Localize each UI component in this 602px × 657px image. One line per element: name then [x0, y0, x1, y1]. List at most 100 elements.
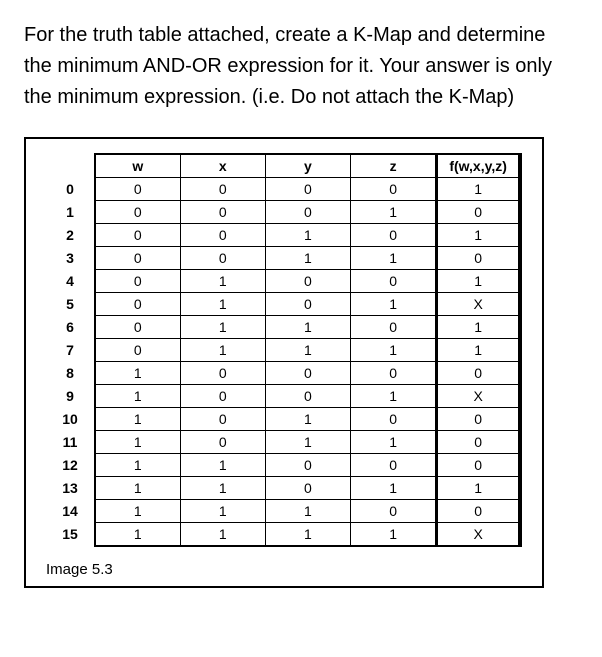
table-row: 300110	[46, 247, 521, 270]
cell-w: 0	[95, 293, 180, 316]
cell-z: 0	[351, 178, 436, 201]
cell-z: 1	[351, 201, 436, 224]
header-y: y	[265, 154, 350, 178]
cell-f: 1	[436, 339, 521, 362]
cell-f: X	[436, 523, 521, 547]
table-row: 810000	[46, 362, 521, 385]
table-row: 401001	[46, 270, 521, 293]
cell-z: 1	[351, 293, 436, 316]
cell-y: 1	[265, 339, 350, 362]
row-index: 3	[46, 247, 95, 270]
cell-w: 0	[95, 270, 180, 293]
cell-f: 0	[436, 247, 521, 270]
table-row: 701111	[46, 339, 521, 362]
cell-y: 1	[265, 224, 350, 247]
header-w: w	[95, 154, 180, 178]
cell-z: 1	[351, 339, 436, 362]
header-f: f(w,x,y,z)	[436, 154, 521, 178]
cell-w: 0	[95, 316, 180, 339]
row-index: 11	[46, 431, 95, 454]
row-index: 2	[46, 224, 95, 247]
cell-y: 0	[265, 385, 350, 408]
cell-y: 0	[265, 293, 350, 316]
cell-f: 0	[436, 408, 521, 431]
row-index: 8	[46, 362, 95, 385]
figure-box: w x y z f(w,x,y,z) 000001100010200101300…	[24, 137, 544, 588]
cell-x: 0	[180, 224, 265, 247]
table-row: 50101X	[46, 293, 521, 316]
cell-z: 0	[351, 408, 436, 431]
cell-x: 0	[180, 408, 265, 431]
cell-y: 0	[265, 201, 350, 224]
cell-x: 0	[180, 178, 265, 201]
table-row: 000001	[46, 178, 521, 201]
table-header-row: w x y z f(w,x,y,z)	[46, 154, 521, 178]
cell-x: 0	[180, 201, 265, 224]
cell-y: 0	[265, 454, 350, 477]
header-z: z	[351, 154, 436, 178]
cell-y: 0	[265, 270, 350, 293]
cell-y: 1	[265, 247, 350, 270]
row-index: 1	[46, 201, 95, 224]
table-row: 1211000	[46, 454, 521, 477]
cell-y: 0	[265, 362, 350, 385]
cell-y: 0	[265, 477, 350, 500]
row-index: 13	[46, 477, 95, 500]
cell-y: 1	[265, 500, 350, 523]
cell-z: 0	[351, 224, 436, 247]
cell-x: 0	[180, 362, 265, 385]
cell-x: 1	[180, 454, 265, 477]
cell-z: 0	[351, 270, 436, 293]
cell-w: 0	[95, 247, 180, 270]
cell-w: 1	[95, 408, 180, 431]
cell-x: 0	[180, 247, 265, 270]
cell-f: 0	[436, 500, 521, 523]
row-index: 9	[46, 385, 95, 408]
table-row: 1411100	[46, 500, 521, 523]
cell-z: 0	[351, 500, 436, 523]
cell-z: 1	[351, 523, 436, 547]
row-index: 7	[46, 339, 95, 362]
row-index: 12	[46, 454, 95, 477]
cell-f: 0	[436, 362, 521, 385]
cell-y: 1	[265, 408, 350, 431]
cell-f: X	[436, 293, 521, 316]
cell-x: 1	[180, 339, 265, 362]
cell-f: 0	[436, 201, 521, 224]
cell-x: 1	[180, 477, 265, 500]
cell-x: 1	[180, 293, 265, 316]
cell-x: 1	[180, 500, 265, 523]
table-row: 601101	[46, 316, 521, 339]
cell-z: 1	[351, 385, 436, 408]
cell-y: 1	[265, 316, 350, 339]
cell-f: 0	[436, 431, 521, 454]
row-index: 14	[46, 500, 95, 523]
cell-w: 1	[95, 500, 180, 523]
cell-z: 0	[351, 454, 436, 477]
cell-x: 1	[180, 270, 265, 293]
cell-w: 0	[95, 201, 180, 224]
cell-f: X	[436, 385, 521, 408]
row-index: 4	[46, 270, 95, 293]
cell-y: 1	[265, 523, 350, 547]
row-index: 15	[46, 523, 95, 547]
figure-caption: Image 5.3	[46, 561, 522, 578]
cell-w: 0	[95, 224, 180, 247]
cell-z: 1	[351, 247, 436, 270]
cell-x: 1	[180, 523, 265, 547]
row-index: 0	[46, 178, 95, 201]
cell-f: 1	[436, 316, 521, 339]
row-index: 5	[46, 293, 95, 316]
cell-w: 1	[95, 431, 180, 454]
table-row: 100010	[46, 201, 521, 224]
cell-f: 1	[436, 178, 521, 201]
cell-z: 0	[351, 362, 436, 385]
table-row: 1010100	[46, 408, 521, 431]
cell-z: 0	[351, 316, 436, 339]
cell-w: 0	[95, 339, 180, 362]
table-row: 1311011	[46, 477, 521, 500]
cell-x: 0	[180, 431, 265, 454]
cell-f: 0	[436, 454, 521, 477]
cell-w: 1	[95, 385, 180, 408]
table-row: 151111X	[46, 523, 521, 547]
